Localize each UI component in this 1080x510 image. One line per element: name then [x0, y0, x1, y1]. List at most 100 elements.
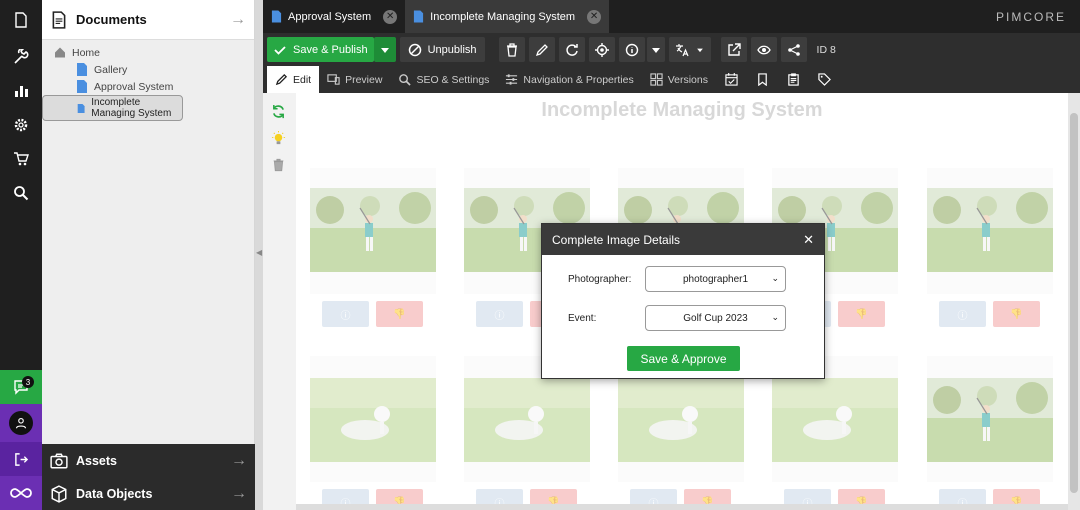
- notifications-button[interactable]: 3: [0, 370, 42, 404]
- reports-chart-icon[interactable]: [0, 74, 42, 108]
- unpublish-label: Unpublish: [427, 43, 477, 56]
- dialog-title: Complete Image Details: [552, 232, 681, 247]
- assets-label: Assets: [76, 453, 117, 468]
- open-in-new-window-button[interactable]: [720, 37, 747, 62]
- tab-versions[interactable]: Versions: [642, 66, 716, 93]
- close-tab-icon[interactable]: ✕: [587, 9, 602, 24]
- pencil-icon: [535, 43, 548, 56]
- ecommerce-cart-icon[interactable]: [0, 142, 42, 176]
- tree-item-incomplete-managing-system[interactable]: Incomplete Managing System: [42, 95, 183, 121]
- reload-areablocks-button[interactable]: [267, 99, 289, 123]
- share-button[interactable]: [780, 37, 807, 62]
- expand-arrow-icon[interactable]: →: [231, 485, 247, 503]
- panel-title: Documents: [76, 12, 147, 27]
- home-icon: [55, 47, 65, 58]
- photographer-select[interactable]: photographer1 ⌄: [645, 266, 786, 292]
- data-objects-panel-header[interactable]: Data Objects →: [42, 477, 255, 510]
- documents-nav-icon[interactable]: [0, 0, 42, 40]
- trash-icon: [506, 42, 517, 57]
- refresh-icon: [565, 43, 578, 56]
- pimcore-logo-button[interactable]: [0, 476, 42, 510]
- translate-button[interactable]: [668, 37, 711, 62]
- horizontal-scrollbar[interactable]: [296, 504, 1068, 510]
- tab-navigation-properties[interactable]: Navigation & Properties: [497, 66, 641, 93]
- save-options-dropdown[interactable]: [373, 37, 396, 62]
- documents-tree-panel: Documents → Home Gallery Approval System…: [42, 0, 255, 510]
- tree-item-label: Approval System: [94, 80, 174, 93]
- rename-button[interactable]: [528, 37, 555, 62]
- save-publish-button[interactable]: Save & Publish: [267, 37, 374, 62]
- tab-tasks[interactable]: [778, 66, 809, 93]
- close-icon[interactable]: ✕: [803, 232, 814, 248]
- avatar: [9, 411, 33, 435]
- camera-icon: [50, 453, 68, 468]
- locate-in-tree-button[interactable]: [588, 37, 615, 62]
- logout-button[interactable]: [0, 442, 42, 476]
- user-profile-button[interactable]: [0, 404, 42, 442]
- save-approve-label: Save & Approve: [640, 351, 727, 366]
- documents-panel-header[interactable]: Documents →: [42, 0, 254, 40]
- bookmark-icon: [758, 73, 767, 86]
- check-icon: [274, 45, 286, 55]
- tools-wrench-icon[interactable]: [0, 40, 42, 74]
- unpublish-button[interactable]: Unpublish: [399, 37, 485, 62]
- tree-item-label: Home: [72, 46, 101, 59]
- notification-count-badge: 3: [22, 376, 34, 388]
- document-tabs-bar: Approval System ✕ Incomplete Managing Sy…: [263, 0, 1080, 33]
- translate-icon: [675, 43, 689, 56]
- event-select[interactable]: Golf Cup 2023 ⌄: [645, 305, 786, 331]
- target-icon: [594, 42, 609, 57]
- lightbulb-icon: [271, 130, 285, 144]
- tab-label: Incomplete Managing System: [430, 10, 576, 23]
- clear-button[interactable]: [267, 153, 289, 177]
- tab-schedule[interactable]: [716, 66, 747, 93]
- tree-item-home[interactable]: Home: [42, 44, 254, 61]
- photographer-value: photographer1: [682, 273, 749, 285]
- page-icon: [77, 103, 85, 113]
- expand-arrow-icon[interactable]: →: [230, 11, 246, 29]
- info-button[interactable]: [618, 37, 645, 62]
- search-icon[interactable]: [0, 176, 42, 210]
- save-approve-button[interactable]: Save & Approve: [627, 346, 740, 371]
- tab-notes[interactable]: [747, 66, 778, 93]
- page-icon: [77, 63, 87, 76]
- tab-versions-label: Versions: [667, 73, 708, 86]
- assets-panel-header[interactable]: Assets →: [42, 444, 255, 477]
- delete-button[interactable]: [498, 37, 525, 62]
- sync-icon: [272, 104, 284, 118]
- share-icon: [787, 43, 800, 56]
- chevron-down-icon: ⌄: [771, 312, 779, 322]
- expand-arrow-icon[interactable]: →: [231, 452, 247, 470]
- complete-image-details-dialog: Complete Image Details ✕ Photographer: p…: [541, 223, 825, 379]
- tab-edit[interactable]: Edit: [267, 66, 320, 93]
- tab-seo-settings[interactable]: SEO & Settings: [390, 66, 497, 93]
- panel-splitter[interactable]: ◀: [255, 0, 263, 510]
- tab-incomplete-managing-system[interactable]: Incomplete Managing System ✕: [405, 0, 610, 33]
- tab-preview[interactable]: Preview: [319, 66, 390, 93]
- tab-seo-label: SEO & Settings: [416, 73, 490, 86]
- collapse-handle-icon[interactable]: ◀: [256, 248, 262, 257]
- vertical-scrollbar[interactable]: [1068, 93, 1080, 510]
- close-tab-icon[interactable]: ✕: [383, 9, 398, 24]
- grid-icon: [650, 73, 663, 86]
- eye-icon: [756, 45, 771, 54]
- preview-button[interactable]: [750, 37, 777, 62]
- tab-approval-system[interactable]: Approval System ✕: [263, 0, 405, 33]
- tree-item-approval-system[interactable]: Approval System: [42, 78, 254, 95]
- sliders-icon: [506, 74, 518, 85]
- tab-tags[interactable]: [809, 66, 840, 93]
- page-icon: [77, 80, 87, 93]
- main-nav-rail: 3: [0, 0, 42, 510]
- pencil-icon: [275, 73, 288, 86]
- calendar-check-icon: [725, 73, 738, 86]
- hints-button[interactable]: [267, 126, 289, 150]
- devices-icon: [327, 74, 340, 85]
- tree-item-gallery[interactable]: Gallery: [42, 61, 254, 78]
- clipboard-icon: [788, 73, 799, 86]
- document-icon: [52, 10, 66, 29]
- reload-button[interactable]: [558, 37, 585, 62]
- settings-gear-icon[interactable]: [0, 108, 42, 142]
- more-options-dropdown[interactable]: [646, 37, 665, 62]
- caret-down-icon: [380, 47, 389, 53]
- editor-subtabs: Edit Preview SEO & Settings Navigation &…: [263, 66, 1080, 93]
